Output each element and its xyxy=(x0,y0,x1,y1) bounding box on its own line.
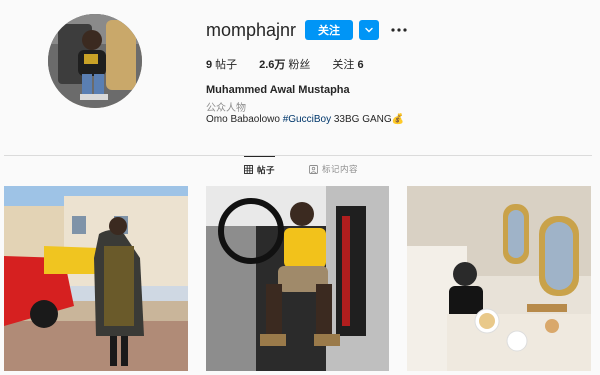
tab-tagged-label: 标记内容 xyxy=(322,164,359,174)
tabs-divider xyxy=(4,155,592,156)
tab-posts[interactable]: 帖子 xyxy=(244,156,276,182)
bio-text-end: 33BG GANG💰 xyxy=(331,114,405,125)
chevron-down-icon xyxy=(365,27,373,33)
following-count[interactable]: 关注 6 xyxy=(332,56,366,72)
tag-person-icon xyxy=(309,164,318,174)
followers-count[interactable]: 2.6万 粉丝 xyxy=(259,56,310,72)
follow-button[interactable]: 关注 xyxy=(305,20,353,40)
posts-grid xyxy=(4,186,592,371)
profile-full-name: Muhammed Awal Mustapha xyxy=(206,84,350,96)
avatar-photo xyxy=(48,14,142,108)
bio-hashtag-link[interactable]: #GucciBoy xyxy=(283,114,331,125)
grid-icon xyxy=(244,165,253,174)
post-thumbnail[interactable] xyxy=(4,186,188,371)
more-options-button[interactable] xyxy=(389,20,409,40)
profile-avatar[interactable] xyxy=(48,14,142,108)
profile-username: momphajnr xyxy=(206,20,297,40)
profile-stats: 9 帖子 2.6万 粉丝 关注 6 xyxy=(206,56,367,72)
bio-text-start: Omo Babaolowo xyxy=(206,114,283,125)
post-thumbnail[interactable] xyxy=(407,186,591,371)
follow-dropdown-button[interactable] xyxy=(359,20,379,40)
tab-tagged[interactable]: 标记内容 xyxy=(309,156,358,182)
post-image-1 xyxy=(4,186,188,371)
more-options-icon xyxy=(391,28,407,32)
profile-category: 公众人物 xyxy=(206,103,246,114)
post-image-3 xyxy=(407,186,591,371)
profile-bio: Omo Babaolowo #GucciBoy 33BG GANG💰 xyxy=(206,114,404,125)
posts-count: 9 帖子 xyxy=(206,59,238,71)
post-thumbnail[interactable] xyxy=(206,186,389,371)
post-image-2 xyxy=(206,186,389,371)
tab-posts-label: 帖子 xyxy=(257,164,276,175)
